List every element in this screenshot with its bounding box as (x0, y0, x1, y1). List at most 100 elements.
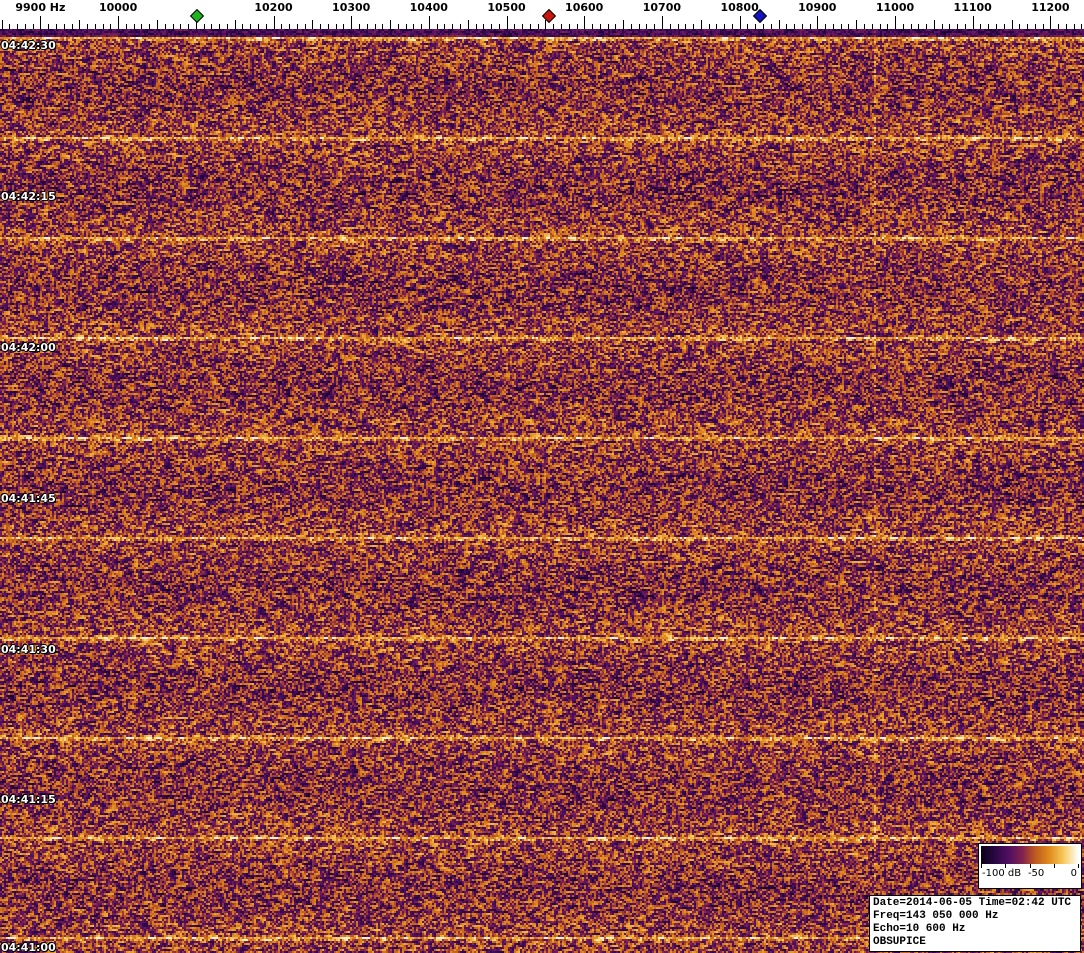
ruler-tick (778, 20, 780, 29)
ruler-tick (219, 24, 221, 29)
ruler-tick (273, 16, 275, 29)
ruler-tick (615, 24, 617, 29)
ruler-tick (281, 24, 283, 29)
frequency-ruler[interactable]: 9900 Hz 10000 10200 10300 10400 10500 10600 107… (0, 0, 1084, 29)
ruler-tick (110, 24, 112, 29)
ruler-tick (234, 20, 236, 29)
ruler-tick (17, 24, 19, 29)
ruler-tick (669, 24, 671, 29)
ruler-tick (1003, 24, 1005, 29)
ruler-tick (444, 24, 446, 29)
ruler-tick (739, 16, 741, 29)
ruler-tick (459, 24, 461, 29)
ruler-tick (949, 24, 951, 29)
ruler-tick (716, 24, 718, 29)
ruler-tick (335, 24, 337, 29)
ruler-tick (390, 20, 391, 29)
ruler-tick (661, 16, 663, 29)
ruler-tick (996, 24, 997, 29)
ruler-tick (964, 24, 966, 29)
info-box: Date=2014-06-05 Time=02:42 UTC Freq=143 … (869, 895, 1081, 952)
time-label: 04:42:15 (1, 190, 56, 203)
ruler-tick (918, 24, 920, 29)
ruler-tick (902, 24, 904, 29)
ruler-tick (646, 24, 648, 29)
ruler-tick (9, 24, 11, 29)
ruler-tick (638, 24, 640, 29)
ruler-tick (467, 20, 469, 29)
ruler-tick (320, 24, 322, 29)
ruler-tick (452, 24, 454, 29)
ruler-tick (304, 24, 306, 29)
ruler-tick (630, 24, 632, 29)
ruler-tick (63, 24, 65, 29)
ruler-tick (24, 24, 26, 29)
ruler-tick (374, 24, 376, 29)
ruler-tick (79, 20, 81, 29)
ruler-tick (786, 24, 788, 29)
ruler-label: 10000 (98, 1, 138, 14)
ruler-tick (436, 24, 438, 29)
ruler-tick (1081, 24, 1083, 29)
ruler-tick (156, 20, 158, 29)
ruler-tick (296, 24, 298, 29)
ruler-tick (941, 24, 943, 29)
ruler-tick (250, 24, 252, 29)
ruler-label: 11000 (875, 1, 915, 14)
ruler-tick (1042, 24, 1044, 29)
ruler-label: 10500 (487, 1, 526, 14)
color-gradient-bar (981, 846, 1079, 864)
ruler-tick (871, 24, 873, 29)
ruler-tick (708, 24, 710, 29)
frequency-marker-red-icon[interactable] (541, 8, 556, 24)
ruler-label: 11200 (1031, 1, 1070, 14)
ruler-tick (188, 24, 189, 29)
ruler-tick (972, 16, 974, 29)
ruler-tick (211, 24, 213, 29)
ruler-tick (242, 24, 244, 29)
spectrogram-waterfall[interactable] (0, 29, 1084, 953)
ruler-tick (351, 16, 353, 29)
ruler-tick (529, 24, 531, 29)
ruler-tick (794, 24, 795, 29)
ruler-tick (933, 20, 935, 29)
ruler-tick (289, 24, 290, 29)
ruler-label: 10600 (565, 1, 604, 14)
ruler-tick (226, 24, 228, 29)
ruler-tick (1073, 24, 1075, 29)
legend-labels: -100 dB -50 0 (979, 868, 1081, 881)
info-echo: Echo=10 600 Hz (873, 923, 966, 935)
ruler-tick (312, 20, 314, 29)
ruler-tick (762, 24, 764, 29)
ruler-tick (149, 24, 151, 29)
ruler-tick (118, 16, 120, 29)
ruler-tick (825, 24, 827, 29)
ruler-label: 10400 (409, 1, 448, 14)
ruler-tick (988, 24, 990, 29)
ruler-tick (599, 24, 601, 29)
ruler-tick (102, 24, 104, 29)
ruler-tick (980, 24, 982, 29)
ruler-label: 9900 Hz (15, 1, 66, 14)
ruler-tick (522, 24, 524, 29)
ruler-tick (48, 24, 50, 29)
time-label: 04:42:30 (1, 39, 56, 52)
ruler-tick (1019, 24, 1021, 29)
ruler-tick (957, 24, 959, 29)
ruler-tick (693, 24, 694, 29)
time-label: 04:41:30 (1, 643, 56, 656)
ruler-tick (428, 16, 430, 29)
ruler-tick (498, 24, 500, 29)
ruler-tick (133, 24, 135, 29)
time-label: 04:42:00 (1, 341, 56, 354)
ruler-tick (537, 24, 539, 29)
ruler-tick (1, 20, 3, 29)
ruler-tick (327, 24, 329, 29)
ruler-tick (895, 16, 896, 29)
ruler-tick (203, 24, 205, 29)
ruler-tick (506, 16, 508, 29)
ruler-tick (475, 24, 477, 29)
frequency-marker-green-icon[interactable] (189, 8, 204, 24)
ruler-tick (1058, 24, 1060, 29)
ruler-tick (545, 20, 547, 29)
